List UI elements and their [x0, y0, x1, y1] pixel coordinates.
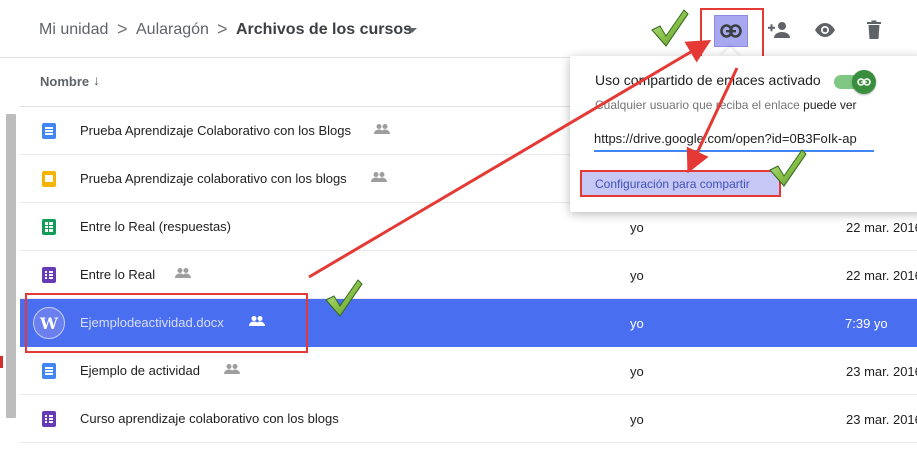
preview-button[interactable]	[811, 16, 839, 44]
gutter-marker	[0, 356, 3, 368]
link-sharing-title: Uso compartido de enlaces activado	[595, 72, 821, 88]
google-forms-icon	[42, 267, 56, 283]
file-modified: 23 mar. 2016	[846, 412, 917, 427]
link-icon	[857, 78, 871, 86]
link-sharing-toggle-knob[interactable]	[852, 70, 876, 94]
file-name: Prueba Aprendizaje Colaborativo con los …	[80, 123, 352, 138]
file-owner: yo	[630, 364, 644, 379]
breadcrumb-separator-icon: >	[217, 19, 228, 39]
shared-people-icon	[374, 124, 390, 134]
breadcrumb-item-current[interactable]: Archivos de los cursos	[236, 21, 412, 39]
share-link-field[interactable]	[594, 126, 874, 152]
top-bar: Mi unidad > Aularagón > Archivos de los …	[0, 0, 917, 58]
breadcrumb-separator-icon: >	[117, 19, 128, 39]
description-prefix: Cualquier usuario que reciba el enlace	[595, 98, 800, 112]
shared-people-icon	[371, 172, 387, 182]
file-owner: yo	[630, 268, 644, 283]
file-name: Ejemplo de actividad	[80, 363, 200, 378]
google-slides-icon	[42, 171, 56, 187]
selected-file-highlight	[25, 293, 308, 353]
file-row[interactable]: Ejemplo de actividad yo 23 mar. 2016	[20, 347, 917, 395]
file-name: Curso aprendizaje colaborativo con los b…	[80, 411, 339, 426]
file-modified: 7:39 yo	[845, 316, 888, 331]
sharing-settings-button[interactable]: Configuración para compartir	[580, 170, 781, 197]
file-modified: 22 mar. 2016	[846, 268, 917, 283]
shared-people-icon	[224, 364, 240, 374]
delete-button[interactable]	[860, 16, 888, 44]
google-sheets-icon	[42, 219, 56, 235]
file-owner: yo	[630, 412, 644, 427]
shared-people-icon	[175, 268, 191, 278]
file-modified: 23 mar. 2016	[846, 364, 917, 379]
file-name: Entre lo Real (respuestas)	[80, 219, 232, 234]
link-sharing-popup: Uso compartido de enlaces activado Cualq…	[570, 56, 917, 212]
google-doc-icon	[42, 363, 56, 379]
chevron-down-icon[interactable]	[407, 28, 417, 33]
drive-window: Mi unidad > Aularagón > Archivos de los …	[0, 0, 917, 451]
breadcrumb-item-mi-unidad[interactable]: Mi unidad	[39, 21, 108, 39]
google-forms-icon	[42, 411, 56, 427]
google-doc-icon	[42, 123, 56, 139]
file-row[interactable]: Curso aprendizaje colaborativo con los b…	[20, 395, 917, 443]
scrollbar[interactable]	[6, 114, 16, 418]
file-name: Entre lo Real	[80, 267, 156, 282]
file-owner: yo	[630, 220, 644, 235]
file-name: Prueba Aprendizaje colaborativo con los …	[80, 171, 347, 186]
link-sharing-description: Cualquier usuario que reciba el enlace p…	[595, 98, 857, 112]
person-add-icon	[768, 22, 790, 38]
permission-level[interactable]: puede ver	[803, 98, 856, 112]
breadcrumb-item-aularagon[interactable]: Aularagón	[136, 21, 209, 39]
eye-icon	[815, 23, 835, 37]
column-header-name[interactable]: Nombre	[40, 74, 89, 89]
file-modified: 22 mar. 2016	[846, 220, 917, 235]
file-row[interactable]: Entre lo Real yo 22 mar. 2016	[20, 251, 917, 299]
sort-arrow-down-icon[interactable]: ↓	[93, 72, 100, 88]
file-owner: yo	[630, 316, 644, 331]
share-person-button[interactable]	[765, 16, 793, 44]
trash-icon	[867, 20, 881, 39]
